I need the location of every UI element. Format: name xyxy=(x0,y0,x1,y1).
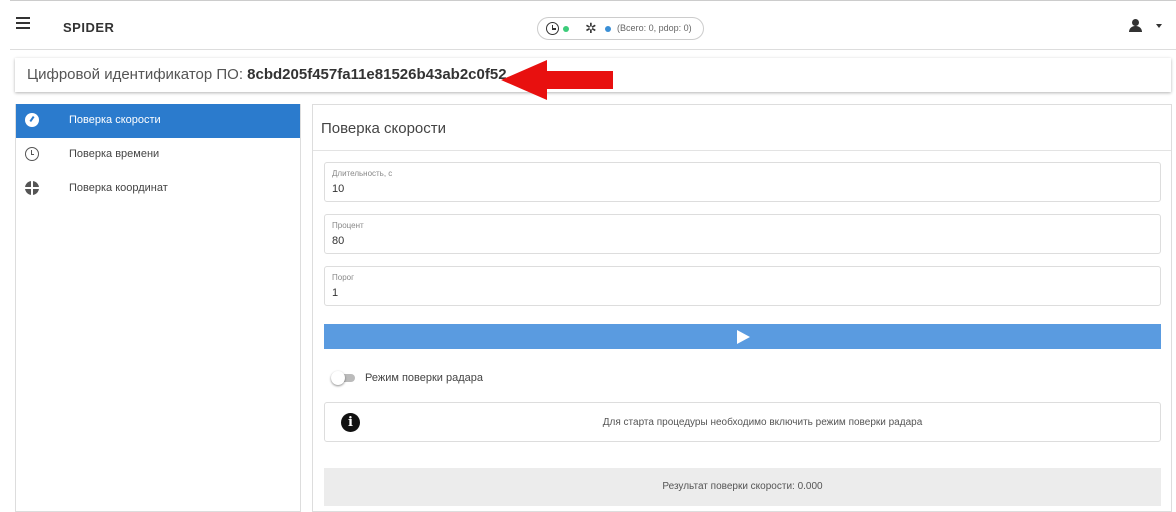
sidebar-item-time-check[interactable]: Поверка времени xyxy=(16,138,300,172)
radar-mode-toggle[interactable] xyxy=(331,371,355,385)
percent-field-value[interactable]: 80 xyxy=(332,235,344,247)
gnss-status-pill[interactable]: ✲ (Всего: 0, pdop: 0) xyxy=(537,17,704,40)
hamburger-menu-icon[interactable] xyxy=(16,17,30,29)
software-id-value: 8cbd205f457fa11e81526b43ab2c0f52 xyxy=(247,66,507,83)
software-id-text: Цифровой идентификатор ПО: 8cbd205f457fa… xyxy=(27,66,507,83)
clock-icon xyxy=(25,147,39,161)
duration-field-label: Длительность, с xyxy=(332,169,393,178)
chevron-down-icon[interactable] xyxy=(1156,24,1162,28)
satellite-count-text: (Всего: 0, pdop: 0) xyxy=(617,23,692,33)
radar-mode-label: Режим поверки радара xyxy=(365,372,484,384)
result-text: Результат поверки скорости: 0.000 xyxy=(662,481,823,492)
panel-header: Поверка скорости xyxy=(313,105,1171,151)
duration-field-value[interactable]: 10 xyxy=(332,183,344,195)
duration-field[interactable]: Длительность, с 10 xyxy=(324,162,1161,202)
sidebar-nav: Поверка скорости Поверка времени Поверка… xyxy=(15,104,301,512)
page-title: Поверка скорости xyxy=(321,120,447,137)
gnss-status-dot xyxy=(605,26,611,32)
percent-field-label: Процент xyxy=(332,221,364,230)
threshold-field-value[interactable]: 1 xyxy=(332,287,338,299)
sidebar-item-speed-check[interactable]: Поверка скорости xyxy=(16,104,300,138)
threshold-field-label: Порог xyxy=(332,273,355,282)
percent-field[interactable]: Процент 80 xyxy=(324,214,1161,254)
threshold-field[interactable]: Порог 1 xyxy=(324,266,1161,306)
user-icon[interactable] xyxy=(1128,19,1144,33)
top-app-bar: SPIDER ✲ (Всего: 0, pdop: 0) xyxy=(10,0,1176,50)
speedometer-icon xyxy=(25,113,39,127)
software-id-label: Цифровой идентификатор ПО: xyxy=(27,66,243,83)
clock-status-dot xyxy=(563,26,569,32)
sidebar-item-label: Поверка координат xyxy=(69,182,168,194)
play-icon xyxy=(737,330,750,344)
start-button[interactable] xyxy=(324,324,1161,349)
info-message-text: Для старта процедуры необходимо включить… xyxy=(602,417,923,428)
clock-icon xyxy=(546,22,559,35)
sidebar-item-coordinates-check[interactable]: Поверка координат xyxy=(16,172,300,206)
app-title: SPIDER xyxy=(63,20,115,35)
result-box: Результат поверки скорости: 0.000 xyxy=(324,468,1161,506)
red-arrow-annotation xyxy=(501,60,613,100)
globe-icon xyxy=(25,181,39,195)
speed-check-panel: Поверка скорости Длительность, с 10 Проц… xyxy=(312,104,1172,512)
info-message: i Для старта процедуры необходимо включи… xyxy=(324,402,1161,442)
satellite-icon: ✲ xyxy=(585,20,597,36)
sidebar-item-label: Поверка времени xyxy=(69,148,160,160)
sidebar-item-label: Поверка скорости xyxy=(69,114,161,126)
